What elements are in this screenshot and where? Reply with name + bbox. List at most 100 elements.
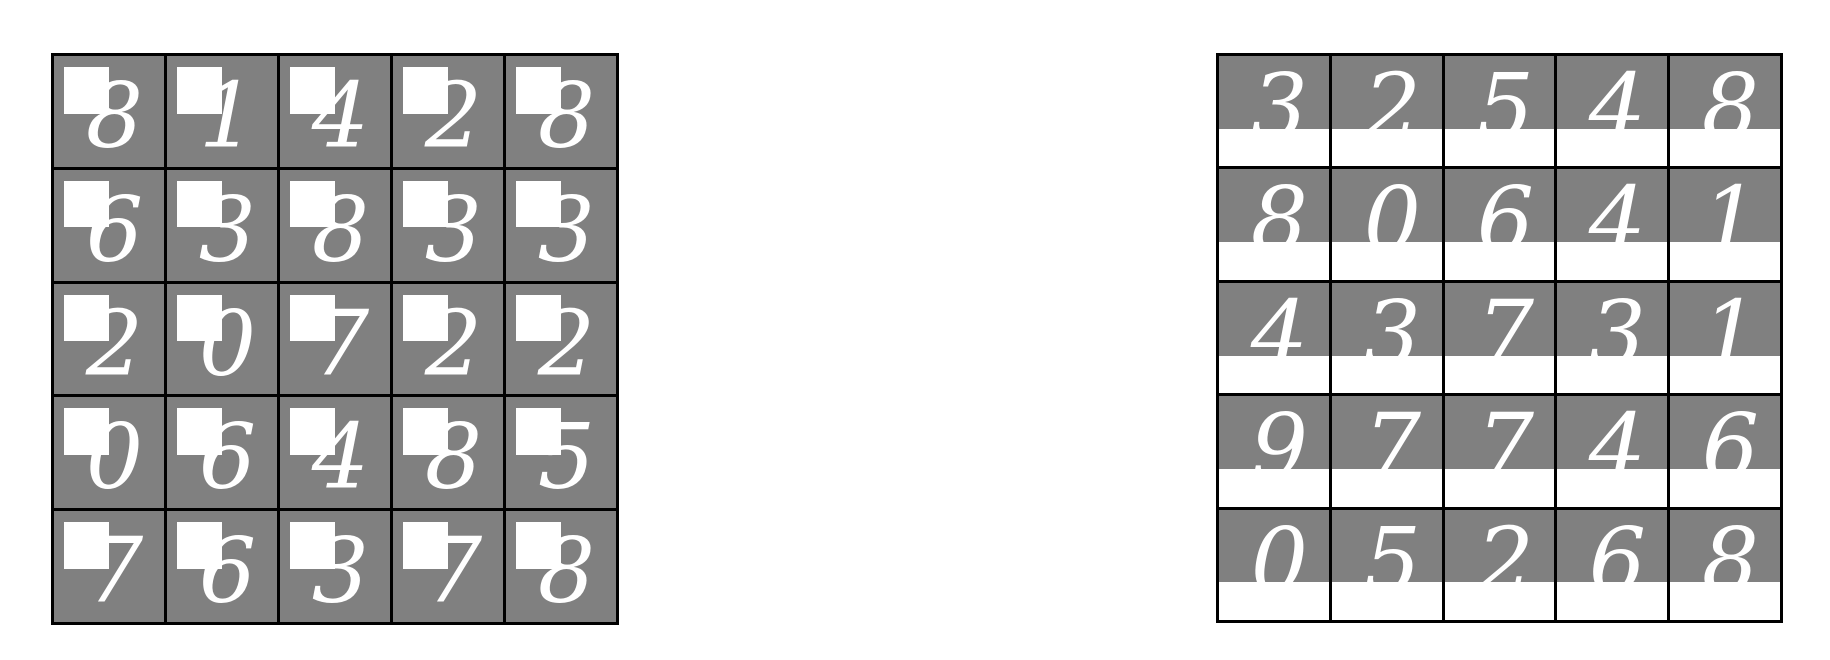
digit-tile: 8 bbox=[1670, 509, 1780, 620]
occlusion-mask bbox=[1444, 128, 1555, 167]
digit-tile: 3 bbox=[1219, 56, 1329, 167]
digit-tile: 8 bbox=[54, 56, 164, 167]
masked-digit-grid-left: 8142863833207220648576378 bbox=[51, 53, 619, 625]
digit-tile: 2 bbox=[506, 283, 616, 395]
digit-tile: 0 bbox=[167, 283, 277, 395]
digit-tile: 2 bbox=[1444, 509, 1555, 620]
digit-tile: 3 bbox=[393, 169, 503, 281]
occlusion-mask bbox=[1219, 582, 1329, 620]
occlusion-mask bbox=[402, 67, 448, 114]
digit-tile: 3 bbox=[506, 169, 616, 281]
digit-tile: 4 bbox=[1557, 169, 1668, 280]
occlusion-mask bbox=[402, 408, 448, 455]
digit-tile: 8 bbox=[1670, 56, 1780, 167]
digit-tile: 5 bbox=[506, 397, 616, 509]
occlusion-mask bbox=[63, 522, 109, 569]
masked-digit-grid-right: 3254880641437319774605268 bbox=[1216, 53, 1783, 623]
digit-tile: 8 bbox=[506, 511, 616, 622]
digit-tile: 6 bbox=[1557, 509, 1668, 620]
digit-tile: 0 bbox=[1219, 509, 1329, 620]
occlusion-mask bbox=[1557, 469, 1668, 507]
occlusion-mask bbox=[1444, 242, 1555, 280]
digit-tile: 7 bbox=[54, 511, 164, 622]
occlusion-mask bbox=[1331, 582, 1442, 620]
digit-tile: 8 bbox=[1219, 169, 1329, 280]
digit-tile: 6 bbox=[54, 169, 164, 281]
occlusion-mask bbox=[1219, 128, 1329, 167]
digit-tile: 3 bbox=[1557, 282, 1668, 394]
digit-tile: 6 bbox=[1444, 169, 1555, 280]
occlusion-mask bbox=[1444, 469, 1555, 507]
occlusion-mask bbox=[63, 180, 109, 228]
digit-tile: 2 bbox=[393, 283, 503, 395]
occlusion-mask bbox=[1331, 242, 1442, 280]
occlusion-mask bbox=[1670, 469, 1780, 507]
occlusion-mask bbox=[1331, 355, 1442, 394]
occlusion-mask bbox=[176, 408, 222, 455]
occlusion-mask bbox=[515, 408, 561, 455]
digit-tile: 5 bbox=[1444, 56, 1555, 167]
digit-tile: 3 bbox=[167, 169, 277, 281]
occlusion-mask bbox=[1557, 128, 1668, 167]
digit-tile: 4 bbox=[1557, 396, 1668, 507]
occlusion-mask bbox=[1444, 355, 1555, 394]
occlusion-mask bbox=[63, 67, 109, 114]
occlusion-mask bbox=[515, 294, 561, 342]
occlusion-mask bbox=[1670, 128, 1780, 167]
occlusion-mask bbox=[176, 294, 222, 342]
digit-tile: 3 bbox=[1331, 282, 1442, 394]
digit-tile: 7 bbox=[1444, 396, 1555, 507]
occlusion-mask bbox=[176, 67, 222, 114]
digit-tile: 9 bbox=[1219, 396, 1329, 507]
digit-tile: 2 bbox=[1331, 56, 1442, 167]
occlusion-mask bbox=[289, 408, 335, 455]
occlusion-mask bbox=[402, 180, 448, 228]
occlusion-mask bbox=[515, 67, 561, 114]
occlusion-mask bbox=[1331, 469, 1442, 507]
digit-tile: 1 bbox=[167, 56, 277, 167]
digit-tile: 8 bbox=[280, 169, 390, 281]
occlusion-mask bbox=[1444, 582, 1555, 620]
occlusion-mask bbox=[289, 522, 335, 569]
digit-tile: 5 bbox=[1331, 509, 1442, 620]
occlusion-mask bbox=[63, 294, 109, 342]
digit-tile: 7 bbox=[280, 283, 390, 395]
occlusion-mask bbox=[1219, 469, 1329, 507]
digit-tile: 4 bbox=[280, 56, 390, 167]
occlusion-mask bbox=[176, 180, 222, 228]
occlusion-mask bbox=[1670, 582, 1780, 620]
digit-tile: 2 bbox=[393, 56, 503, 167]
digit-tile: 0 bbox=[1331, 169, 1442, 280]
digit-tile: 4 bbox=[1219, 282, 1329, 394]
digit-tile: 6 bbox=[1670, 396, 1780, 507]
occlusion-mask bbox=[289, 294, 335, 342]
occlusion-mask bbox=[289, 180, 335, 228]
digit-tile: 4 bbox=[1557, 56, 1668, 167]
occlusion-mask bbox=[1331, 128, 1442, 167]
occlusion-mask bbox=[1219, 355, 1329, 394]
digit-tile: 0 bbox=[54, 397, 164, 509]
digit-tile: 6 bbox=[167, 397, 277, 509]
occlusion-mask bbox=[402, 522, 448, 569]
occlusion-mask bbox=[1557, 582, 1668, 620]
digit-tile: 6 bbox=[167, 511, 277, 622]
occlusion-mask bbox=[515, 522, 561, 569]
digit-tile: 8 bbox=[393, 397, 503, 509]
occlusion-mask bbox=[1670, 355, 1780, 394]
digit-tile: 4 bbox=[280, 397, 390, 509]
digit-tile: 7 bbox=[393, 511, 503, 622]
digit-tile: 7 bbox=[1331, 396, 1442, 507]
occlusion-mask bbox=[176, 522, 222, 569]
occlusion-mask bbox=[1557, 242, 1668, 280]
digit-tile: 1 bbox=[1670, 282, 1780, 394]
occlusion-mask bbox=[1670, 242, 1780, 280]
digit-tile: 1 bbox=[1670, 169, 1780, 280]
occlusion-mask bbox=[1557, 355, 1668, 394]
digit-tile: 3 bbox=[280, 511, 390, 622]
occlusion-mask bbox=[289, 67, 335, 114]
occlusion-mask bbox=[515, 180, 561, 228]
occlusion-mask bbox=[63, 408, 109, 455]
occlusion-mask bbox=[402, 294, 448, 342]
digit-tile: 2 bbox=[54, 283, 164, 395]
digit-tile: 8 bbox=[506, 56, 616, 167]
